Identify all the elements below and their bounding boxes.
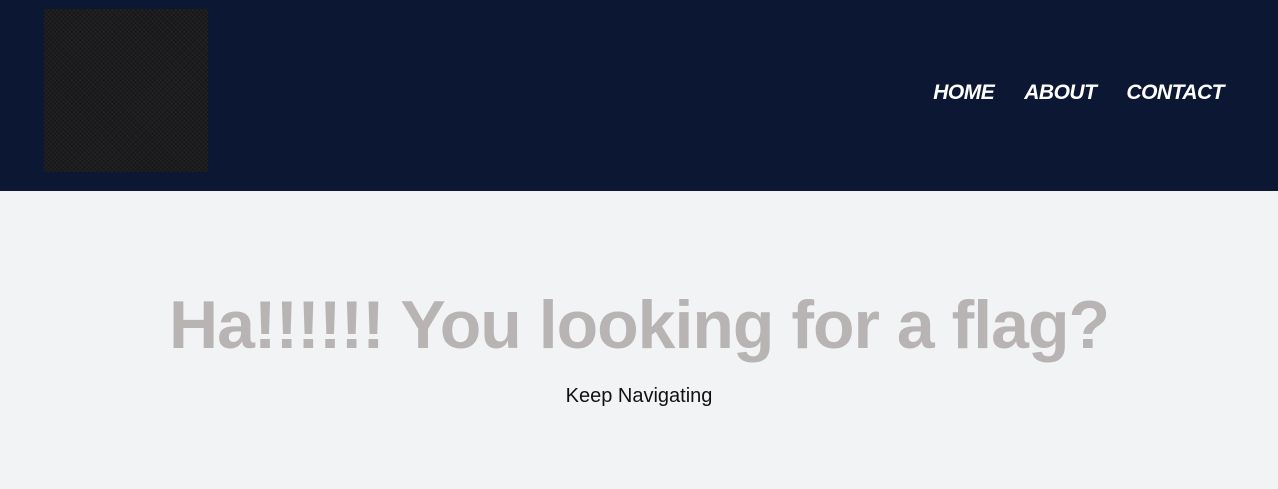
hero-title: Ha!!!!!! You looking for a flag? — [168, 287, 1110, 363]
nav-about-link[interactable]: ABOUT — [1024, 79, 1097, 107]
nav-contact-link[interactable]: CONTACT — [1126, 79, 1224, 107]
nav-home-link[interactable]: HOME — [933, 79, 995, 107]
site-header: HOME ABOUT CONTACT — [0, 0, 1278, 191]
hero-subtitle: Keep Navigating — [565, 385, 713, 407]
hero-section: Ha!!!!!! You looking for a flag? Keep Na… — [0, 191, 1278, 489]
main-nav: HOME ABOUT CONTACT — [933, 79, 1224, 107]
site-logo[interactable] — [44, 9, 208, 172]
